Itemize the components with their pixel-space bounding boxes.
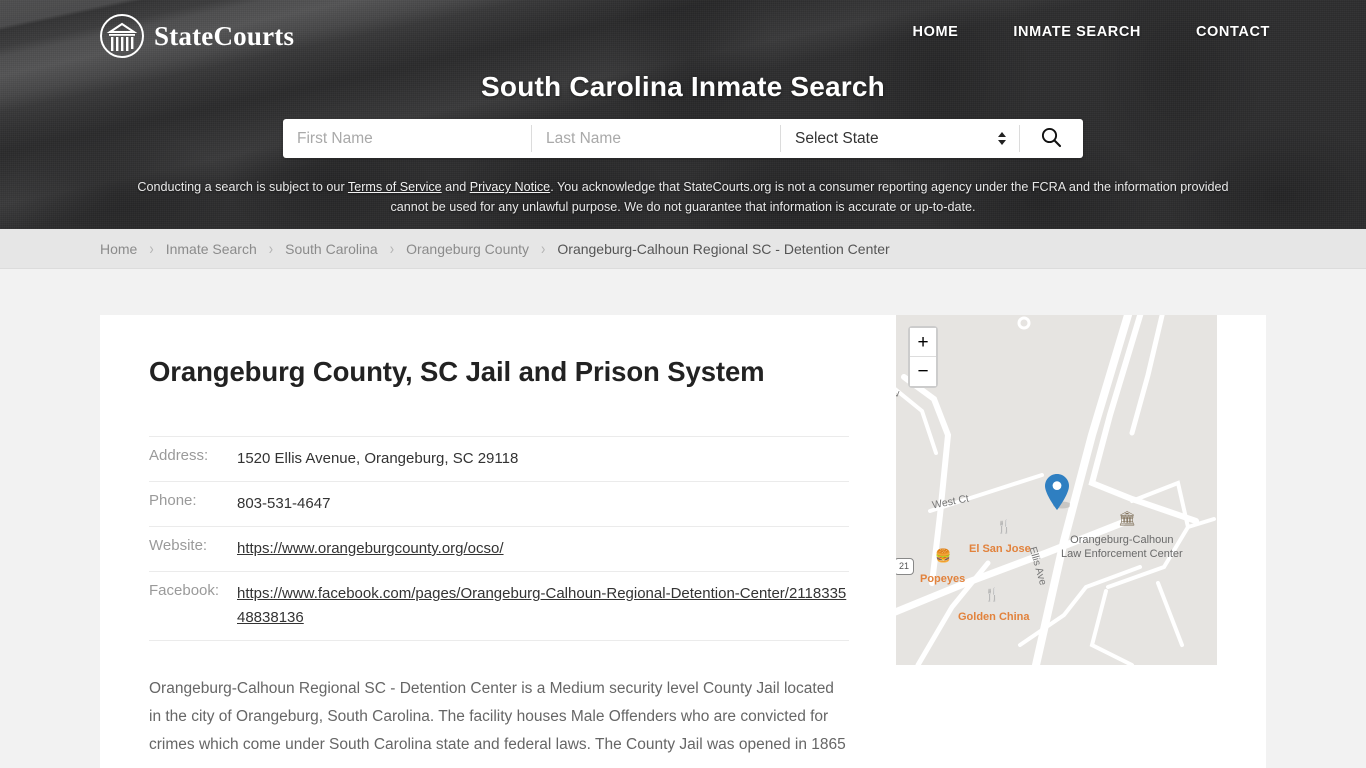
- disclaimer-part-2: and: [441, 180, 470, 194]
- page-title: Orangeburg County, SC Jail and Prison Sy…: [149, 356, 765, 387]
- map-zoom-out-button[interactable]: −: [910, 357, 936, 386]
- location-marker[interactable]: [1044, 473, 1070, 511]
- map-zoom-controls: + −: [908, 326, 938, 388]
- chevron-updown-icon: [996, 131, 1007, 147]
- facility-description: Orangeburg-Calhoun Regional SC - Detenti…: [149, 675, 849, 768]
- address-label: Address:: [149, 447, 209, 464]
- last-name-input[interactable]: [532, 119, 780, 158]
- privacy-notice-link[interactable]: Privacy Notice: [470, 180, 550, 194]
- disclaimer-part-1: Conducting a search is subject to our: [137, 180, 348, 194]
- chevron-right-icon: ›: [389, 239, 395, 258]
- state-select-value: Select State: [795, 129, 879, 147]
- nav-contact[interactable]: CONTACT: [1196, 24, 1270, 40]
- location-map[interactable]: + − 21 West Ct Ellis Ave E 🍴 El San Jose…: [896, 315, 1217, 665]
- address-value: 1520 Ellis Avenue, Orangeburg, SC 29118: [237, 450, 519, 467]
- map-zoom-in-button[interactable]: +: [910, 328, 936, 357]
- first-name-input[interactable]: [283, 119, 531, 158]
- state-select[interactable]: Select State: [781, 119, 1019, 158]
- website-label: Website:: [149, 537, 208, 554]
- table-row-facebook: Facebook: https://www.facebook.com/pages…: [149, 572, 849, 641]
- page-body: Orangeburg County, SC Jail and Prison Sy…: [0, 269, 1366, 768]
- breadcrumb-item-home[interactable]: Home: [100, 241, 137, 257]
- phone-label: Phone:: [149, 492, 197, 509]
- nav-home[interactable]: HOME: [913, 24, 959, 40]
- breadcrumb-item-south-carolina[interactable]: South Carolina: [285, 241, 378, 257]
- site-logo-text: StateCourts: [154, 20, 295, 51]
- main-navigation: HOME INMATE SEARCH CONTACT: [913, 24, 1270, 40]
- breadcrumb-item-inmate-search[interactable]: Inmate Search: [166, 241, 257, 257]
- phone-value: 803-531-4647: [237, 495, 331, 512]
- facility-card: Orangeburg County, SC Jail and Prison Sy…: [100, 315, 1266, 768]
- table-row-website: Website: https://www.orangeburgcounty.or…: [149, 527, 849, 572]
- breadcrumb-bar: Home › Inmate Search › South Carolina › …: [0, 229, 1366, 269]
- facebook-link[interactable]: https://www.facebook.com/pages/Orangebur…: [237, 585, 846, 626]
- facebook-label: Facebook:: [149, 582, 220, 599]
- breadcrumb: Home › Inmate Search › South Carolina › …: [100, 239, 890, 258]
- facility-details-table: Address: 1520 Ellis Avenue, Orangeburg, …: [149, 436, 849, 641]
- breadcrumb-item-orangeburg-county[interactable]: Orangeburg County: [406, 241, 529, 257]
- breadcrumb-item-current: Orangeburg-Calhoun Regional SC - Detenti…: [557, 240, 890, 257]
- legal-disclaimer: Conducting a search is subject to our Te…: [130, 177, 1236, 217]
- website-link[interactable]: https://www.orangeburgcounty.org/ocso/: [237, 540, 504, 557]
- nav-inmate-search[interactable]: INMATE SEARCH: [1013, 24, 1141, 40]
- table-row-address: Address: 1520 Ellis Avenue, Orangeburg, …: [149, 436, 849, 482]
- chevron-right-icon: ›: [541, 239, 546, 258]
- chevron-right-icon: ›: [149, 239, 154, 258]
- table-row-phone: Phone: 803-531-4647: [149, 482, 849, 527]
- route-shield-21: 21: [896, 558, 914, 575]
- description-paragraph-1: Orangeburg-Calhoun Regional SC - Detenti…: [149, 680, 846, 753]
- chevron-right-icon: ›: [268, 239, 274, 258]
- hero-title: South Carolina Inmate Search: [481, 71, 885, 102]
- site-header: StateCourts HOME INMATE SEARCH CONTACT S…: [0, 0, 1366, 229]
- search-submit-button[interactable]: [1020, 119, 1082, 158]
- search-icon: [1039, 125, 1063, 152]
- site-logo[interactable]: StateCourts: [100, 14, 294, 58]
- inmate-search-form: Select State: [283, 119, 1083, 158]
- terms-of-service-link[interactable]: Terms of Service: [348, 180, 442, 194]
- courthouse-circle-icon: [100, 14, 144, 58]
